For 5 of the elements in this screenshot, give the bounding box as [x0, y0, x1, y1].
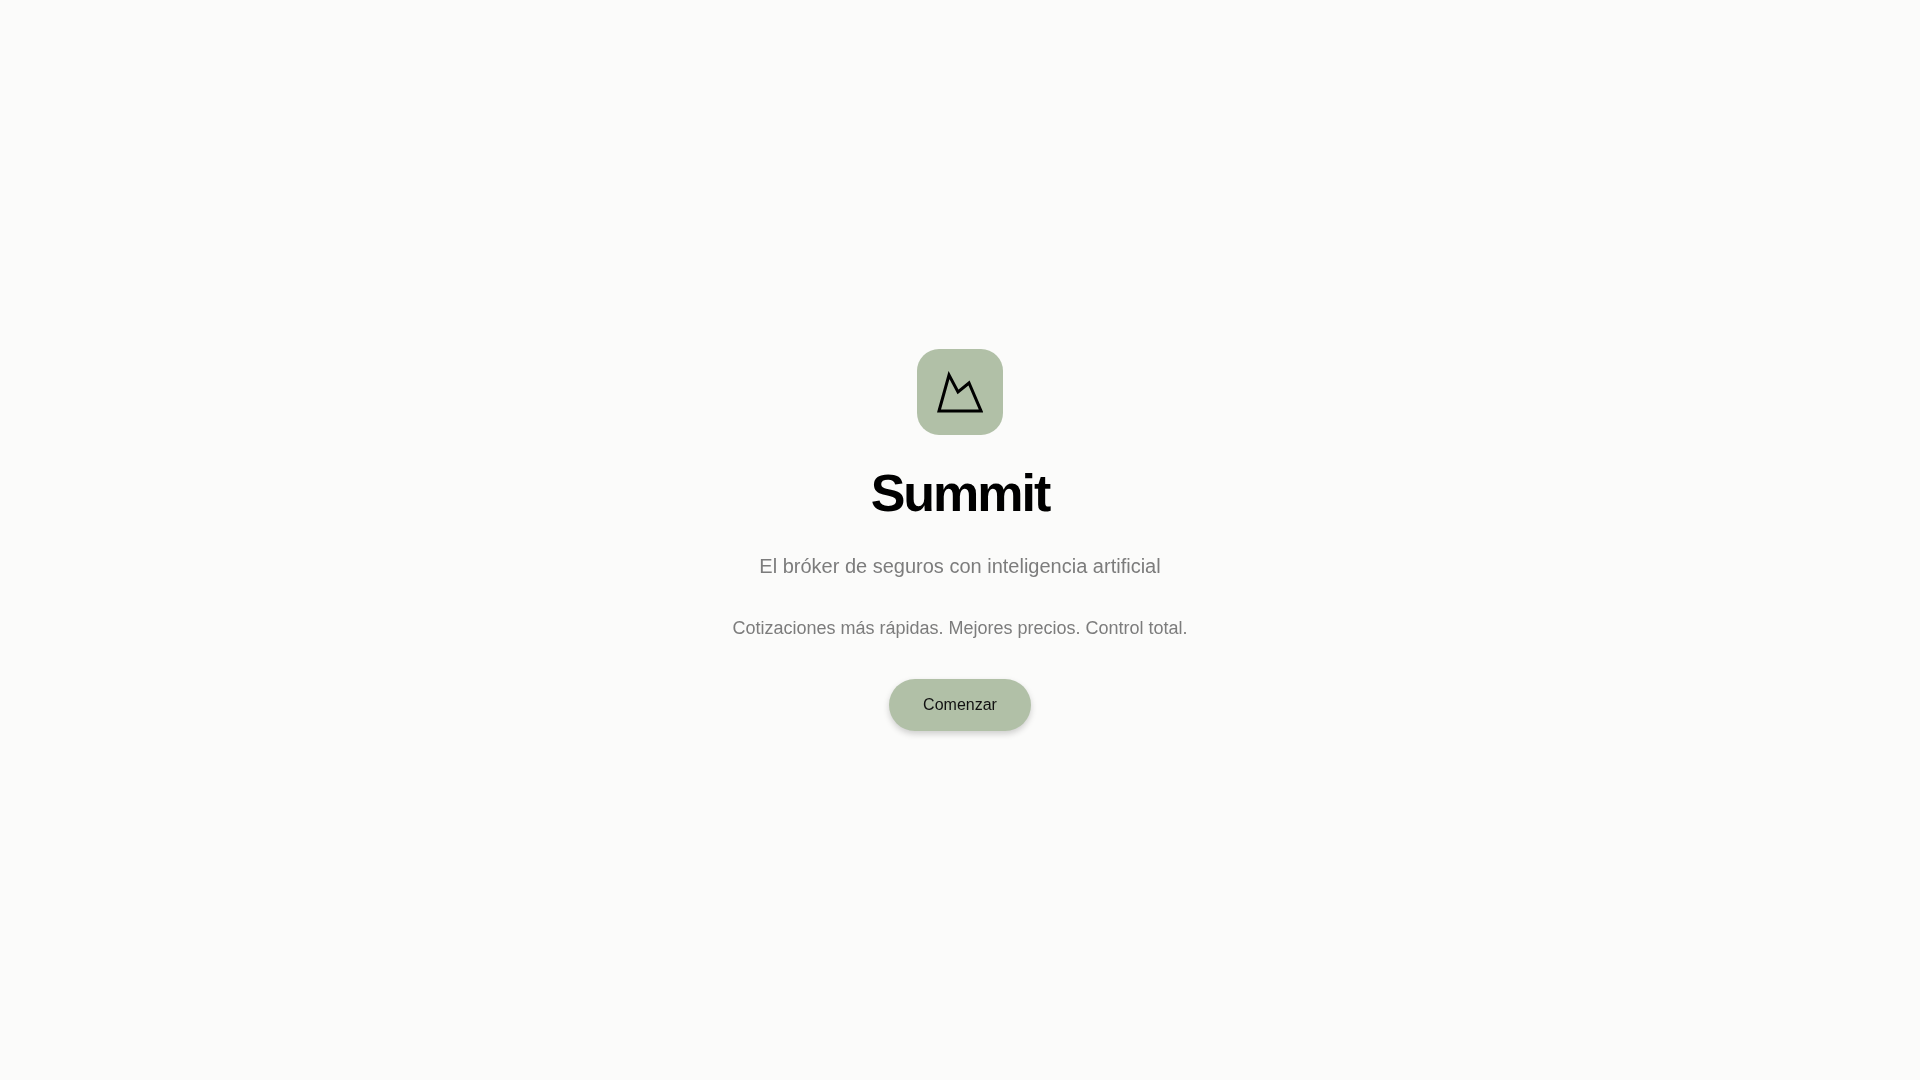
start-button[interactable]: Comenzar — [889, 679, 1031, 731]
description: Cotizaciones más rápidas. Mejores precios. Control total. — [732, 617, 1188, 640]
mountain-icon — [937, 371, 983, 413]
tagline: El bróker de seguros con inteligencia artificial — [759, 554, 1161, 579]
app-title: Summit — [870, 463, 1050, 524]
